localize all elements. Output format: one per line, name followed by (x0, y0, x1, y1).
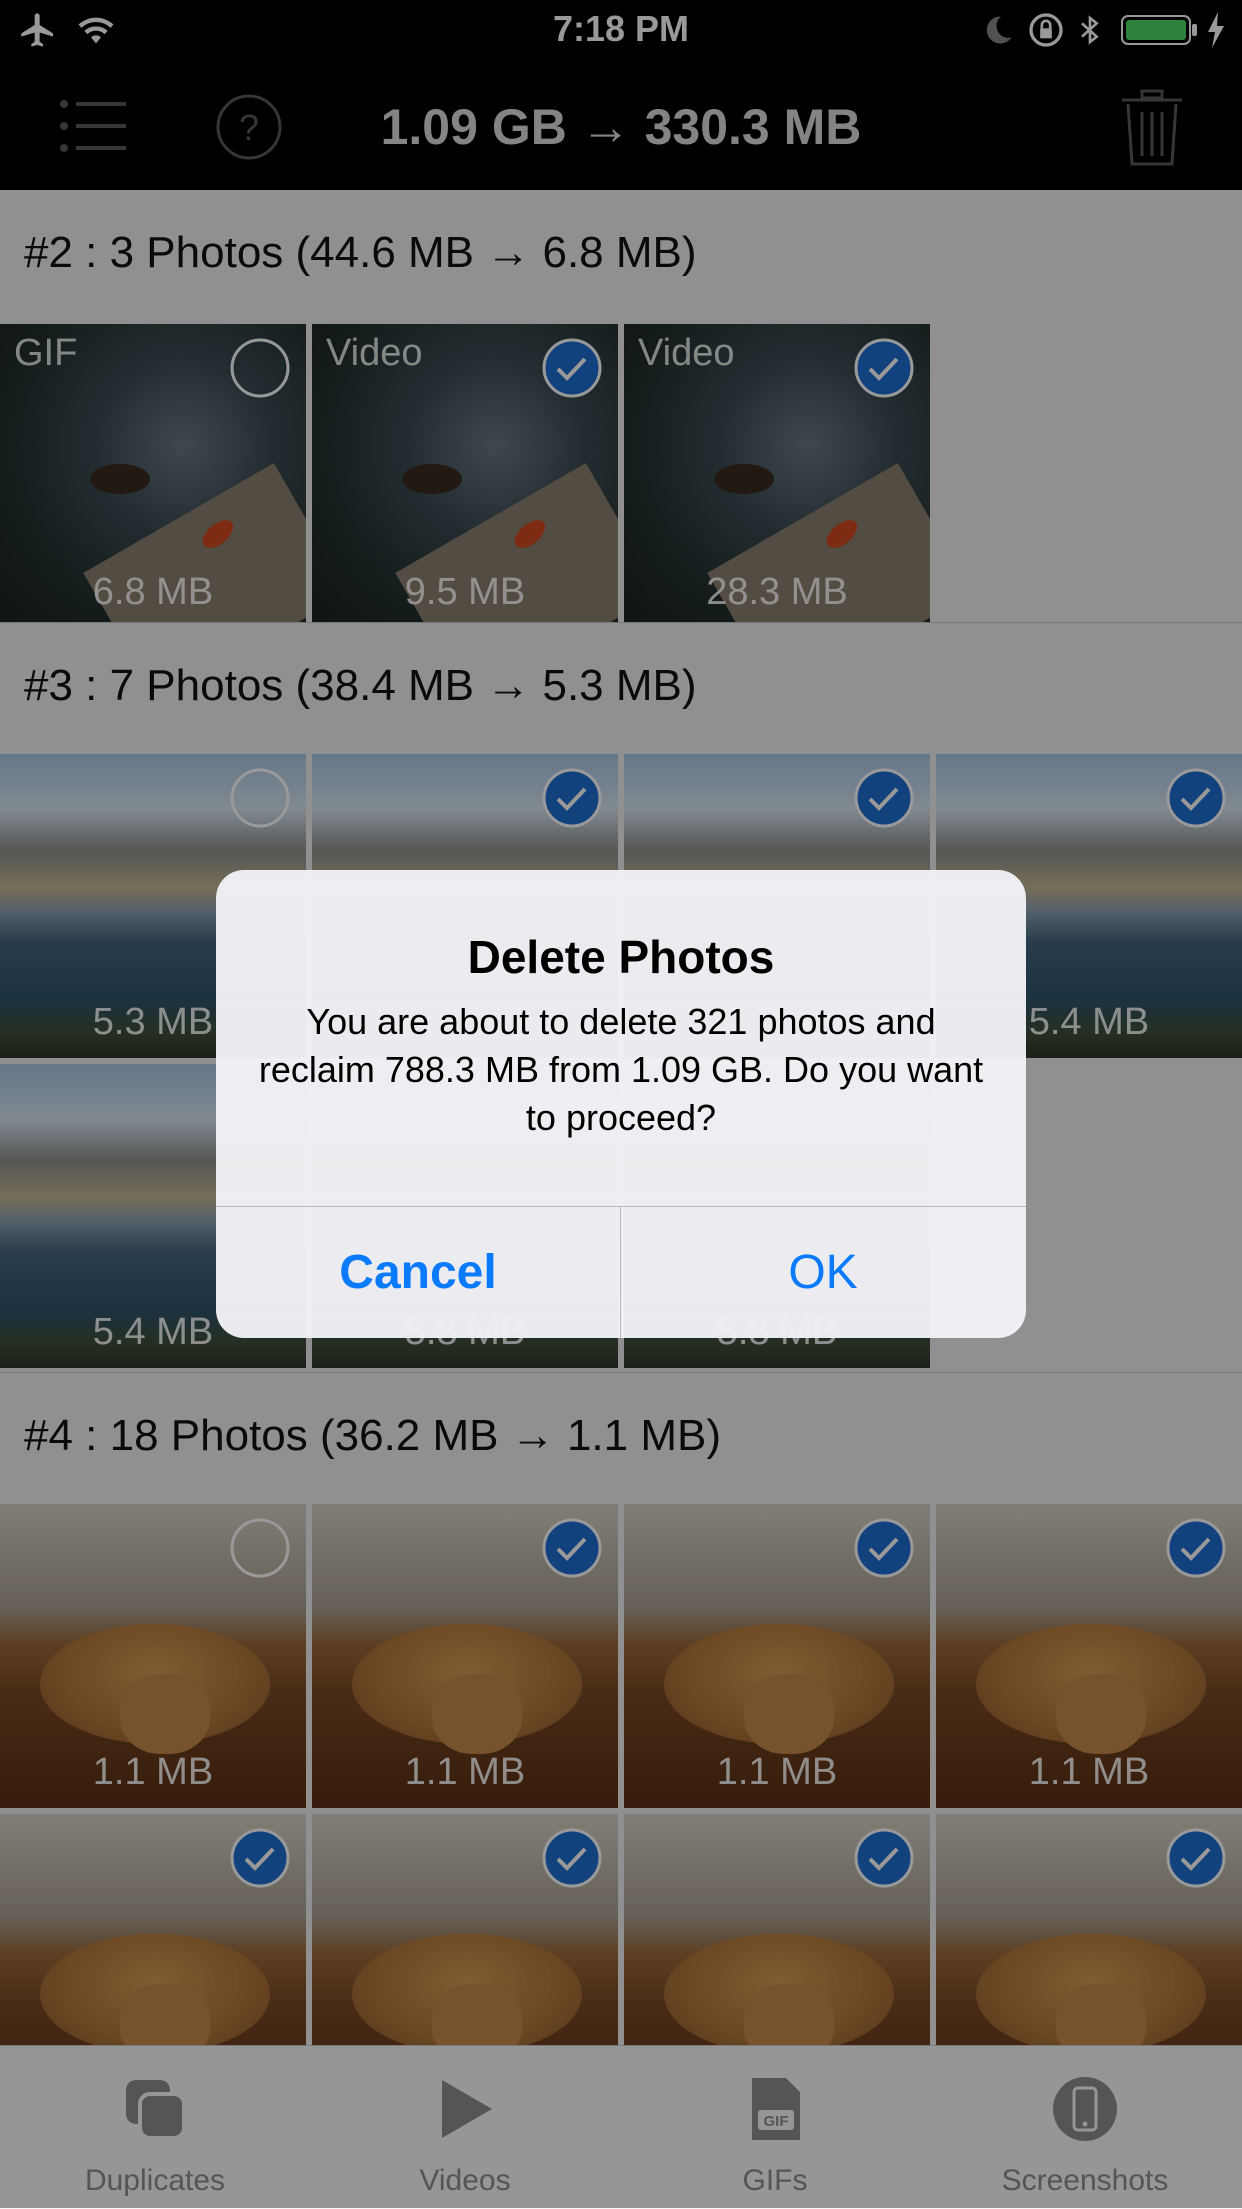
alert-message: You are about to delete 321 photos and r… (258, 1001, 984, 1138)
cancel-button[interactable]: Cancel (216, 1207, 620, 1338)
delete-confirmation-alert: Delete Photos You are about to delete 32… (216, 870, 1026, 1338)
alert-title: Delete Photos (467, 931, 775, 983)
ok-button[interactable]: OK (621, 1207, 1025, 1338)
